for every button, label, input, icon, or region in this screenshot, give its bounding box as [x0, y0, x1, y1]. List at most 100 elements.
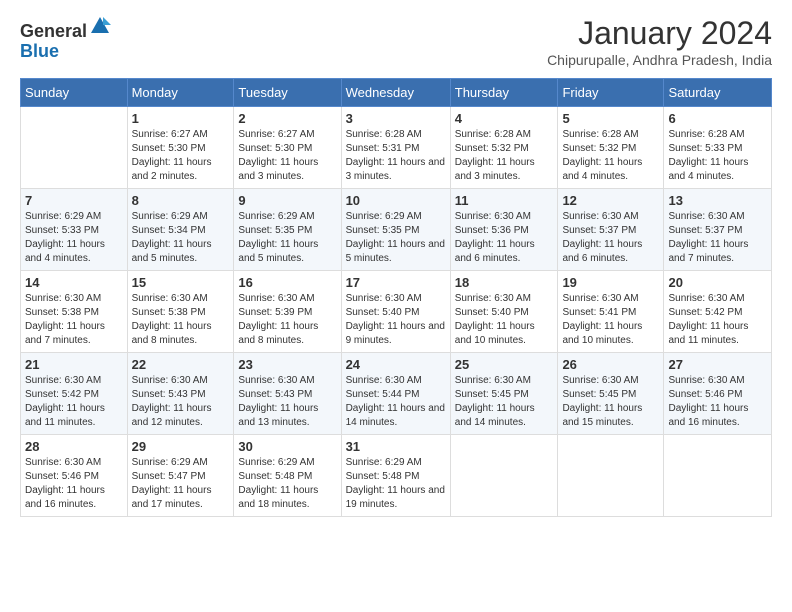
day-info: Sunrise: 6:28 AM Sunset: 5:31 PM Dayligh…	[346, 128, 446, 184]
day-cell	[664, 435, 772, 517]
logo-icon	[89, 15, 111, 37]
day-number: 22	[132, 357, 230, 372]
day-info: Sunrise: 6:30 AM Sunset: 5:38 PM Dayligh…	[132, 292, 230, 348]
day-info: Sunrise: 6:30 AM Sunset: 5:38 PM Dayligh…	[25, 292, 123, 348]
day-number: 4	[455, 111, 554, 126]
day-cell: 30 Sunrise: 6:29 AM Sunset: 5:48 PM Dayli…	[234, 435, 341, 517]
day-info: Sunrise: 6:29 AM Sunset: 5:47 PM Dayligh…	[132, 456, 230, 512]
day-info: Sunrise: 6:28 AM Sunset: 5:33 PM Dayligh…	[668, 128, 767, 184]
day-info: Sunrise: 6:29 AM Sunset: 5:48 PM Dayligh…	[238, 456, 336, 512]
day-info: Sunrise: 6:30 AM Sunset: 5:45 PM Dayligh…	[562, 374, 659, 430]
day-cell	[21, 107, 128, 189]
page: General Blue January 2024 Chipurupalle, …	[0, 0, 792, 612]
location: Chipurupalle, Andhra Pradesh, India	[547, 52, 772, 68]
day-info: Sunrise: 6:28 AM Sunset: 5:32 PM Dayligh…	[455, 128, 554, 184]
day-cell: 17Sunrise: 6:30 AM Sunset: 5:40 PM Dayli…	[341, 271, 450, 353]
logo-general: General	[20, 21, 87, 41]
day-info: Sunrise: 6:30 AM Sunset: 5:44 PM Dayligh…	[346, 374, 446, 430]
day-cell: 3 Sunrise: 6:28 AM Sunset: 5:31 PM Daylig…	[341, 107, 450, 189]
week-row-4: 21 Sunrise: 6:30 AM Sunset: 5:42 PM Dayli…	[21, 353, 772, 435]
day-info: Sunrise: 6:30 AM Sunset: 5:36 PM Dayligh…	[455, 210, 554, 266]
day-cell: 7 Sunrise: 6:29 AM Sunset: 5:33 PM Daylig…	[21, 189, 128, 271]
day-number: 29	[132, 439, 230, 454]
week-row-1: 1 Sunrise: 6:27 AM Sunset: 5:30 PM Daylig…	[21, 107, 772, 189]
day-cell: 19 Sunrise: 6:30 AM Sunset: 5:41 PM Dayli…	[558, 271, 664, 353]
day-number: 24	[346, 357, 446, 372]
day-number: 28	[25, 439, 123, 454]
logo-text: General Blue	[20, 15, 111, 62]
day-cell: 13 Sunrise: 6:30 AM Sunset: 5:37 PM Dayli…	[664, 189, 772, 271]
day-number: 25	[455, 357, 554, 372]
day-cell: 6Sunrise: 6:28 AM Sunset: 5:33 PM Daylig…	[664, 107, 772, 189]
day-info: Sunrise: 6:29 AM Sunset: 5:33 PM Dayligh…	[25, 210, 123, 266]
day-cell: 31 Sunrise: 6:29 AM Sunset: 5:48 PM Dayli…	[341, 435, 450, 517]
day-cell: 10 Sunrise: 6:29 AM Sunset: 5:35 PM Dayli…	[341, 189, 450, 271]
day-number: 18	[455, 275, 554, 290]
day-cell: 21 Sunrise: 6:30 AM Sunset: 5:42 PM Dayli…	[21, 353, 128, 435]
day-info: Sunrise: 6:29 AM Sunset: 5:48 PM Dayligh…	[346, 456, 446, 512]
day-number: 30	[238, 439, 336, 454]
weekday-header-sunday: Sunday	[21, 79, 128, 107]
day-number: 20	[668, 275, 767, 290]
weekday-header-monday: Monday	[127, 79, 234, 107]
day-number: 21	[25, 357, 123, 372]
day-number: 2	[238, 111, 336, 126]
day-cell: 5 Sunrise: 6:28 AM Sunset: 5:32 PM Daylig…	[558, 107, 664, 189]
day-info: Sunrise: 6:30 AM Sunset: 5:41 PM Dayligh…	[562, 292, 659, 348]
day-cell: 20 Sunrise: 6:30 AM Sunset: 5:42 PM Dayli…	[664, 271, 772, 353]
week-row-3: 14Sunrise: 6:30 AM Sunset: 5:38 PM Dayli…	[21, 271, 772, 353]
day-cell: 22 Sunrise: 6:30 AM Sunset: 5:43 PM Dayli…	[127, 353, 234, 435]
logo-blue: Blue	[20, 41, 59, 61]
day-info: Sunrise: 6:30 AM Sunset: 5:40 PM Dayligh…	[455, 292, 554, 348]
day-number: 27	[668, 357, 767, 372]
day-number: 1	[132, 111, 230, 126]
day-number: 12	[562, 193, 659, 208]
weekday-header-friday: Friday	[558, 79, 664, 107]
day-cell: 23 Sunrise: 6:30 AM Sunset: 5:43 PM Dayli…	[234, 353, 341, 435]
day-number: 5	[562, 111, 659, 126]
week-row-5: 28Sunrise: 6:30 AM Sunset: 5:46 PM Dayli…	[21, 435, 772, 517]
day-info: Sunrise: 6:30 AM Sunset: 5:43 PM Dayligh…	[238, 374, 336, 430]
day-info: Sunrise: 6:29 AM Sunset: 5:34 PM Dayligh…	[132, 210, 230, 266]
day-info: Sunrise: 6:30 AM Sunset: 5:37 PM Dayligh…	[562, 210, 659, 266]
day-number: 8	[132, 193, 230, 208]
day-number: 9	[238, 193, 336, 208]
day-info: Sunrise: 6:30 AM Sunset: 5:37 PM Dayligh…	[668, 210, 767, 266]
day-cell: 24 Sunrise: 6:30 AM Sunset: 5:44 PM Dayli…	[341, 353, 450, 435]
day-number: 10	[346, 193, 446, 208]
day-info: Sunrise: 6:29 AM Sunset: 5:35 PM Dayligh…	[238, 210, 336, 266]
weekday-header-thursday: Thursday	[450, 79, 558, 107]
day-cell: 2 Sunrise: 6:27 AM Sunset: 5:30 PM Daylig…	[234, 107, 341, 189]
day-number: 19	[562, 275, 659, 290]
day-number: 3	[346, 111, 446, 126]
day-number: 7	[25, 193, 123, 208]
month-title: January 2024	[547, 15, 772, 52]
day-cell: 4 Sunrise: 6:28 AM Sunset: 5:32 PM Daylig…	[450, 107, 558, 189]
day-info: Sunrise: 6:27 AM Sunset: 5:30 PM Dayligh…	[238, 128, 336, 184]
day-number: 31	[346, 439, 446, 454]
day-number: 16	[238, 275, 336, 290]
day-info: Sunrise: 6:30 AM Sunset: 5:43 PM Dayligh…	[132, 374, 230, 430]
week-row-2: 7 Sunrise: 6:29 AM Sunset: 5:33 PM Daylig…	[21, 189, 772, 271]
day-number: 13	[668, 193, 767, 208]
day-cell: 15Sunrise: 6:30 AM Sunset: 5:38 PM Dayli…	[127, 271, 234, 353]
day-number: 23	[238, 357, 336, 372]
day-cell: 18 Sunrise: 6:30 AM Sunset: 5:40 PM Dayli…	[450, 271, 558, 353]
title-block: January 2024 Chipurupalle, Andhra Prades…	[547, 15, 772, 68]
day-cell: 14Sunrise: 6:30 AM Sunset: 5:38 PM Dayli…	[21, 271, 128, 353]
day-cell: 9 Sunrise: 6:29 AM Sunset: 5:35 PM Daylig…	[234, 189, 341, 271]
day-info: Sunrise: 6:30 AM Sunset: 5:40 PM Dayligh…	[346, 292, 446, 348]
day-info: Sunrise: 6:28 AM Sunset: 5:32 PM Dayligh…	[562, 128, 659, 184]
weekday-header-tuesday: Tuesday	[234, 79, 341, 107]
day-cell: 1 Sunrise: 6:27 AM Sunset: 5:30 PM Daylig…	[127, 107, 234, 189]
day-info: Sunrise: 6:29 AM Sunset: 5:35 PM Dayligh…	[346, 210, 446, 266]
day-info: Sunrise: 6:27 AM Sunset: 5:30 PM Dayligh…	[132, 128, 230, 184]
day-info: Sunrise: 6:30 AM Sunset: 5:46 PM Dayligh…	[668, 374, 767, 430]
day-info: Sunrise: 6:30 AM Sunset: 5:42 PM Dayligh…	[668, 292, 767, 348]
calendar-table: SundayMondayTuesdayWednesdayThursdayFrid…	[20, 78, 772, 517]
day-cell: 8 Sunrise: 6:29 AM Sunset: 5:34 PM Daylig…	[127, 189, 234, 271]
day-number: 26	[562, 357, 659, 372]
day-info: Sunrise: 6:30 AM Sunset: 5:42 PM Dayligh…	[25, 374, 123, 430]
day-cell	[450, 435, 558, 517]
weekday-header-wednesday: Wednesday	[341, 79, 450, 107]
